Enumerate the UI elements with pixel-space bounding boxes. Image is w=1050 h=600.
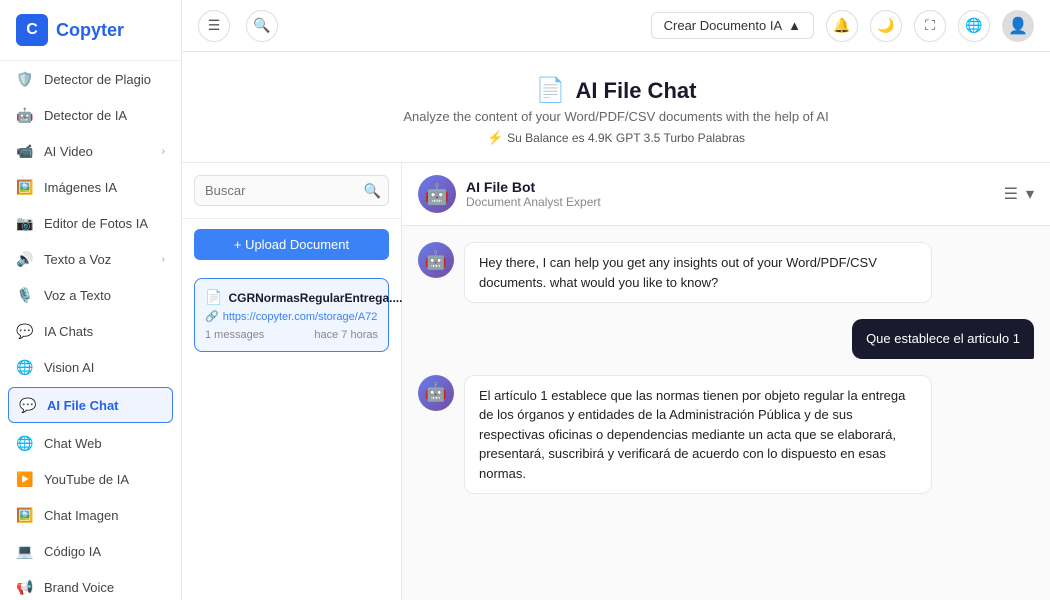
dark-mode-icon[interactable]: 🌙 bbox=[870, 10, 902, 42]
chat-actions[interactable]: ☰ ▾ bbox=[1004, 184, 1034, 204]
sidebar-item-chat-imagen[interactable]: 🖼️ Chat Imagen bbox=[0, 497, 181, 533]
sidebar-icon-ai-video: 📹 bbox=[16, 142, 34, 160]
message-row-0: 🤖 Hey there, I can help you get any insi… bbox=[418, 242, 1034, 303]
main-area: ☰ 🔍 Crear Documento IA ▲ 🔔 🌙 ⛶ 🌐 👤 📄 AI … bbox=[182, 0, 1050, 600]
topbar: ☰ 🔍 Crear Documento IA ▲ 🔔 🌙 ⛶ 🌐 👤 bbox=[182, 0, 1050, 52]
sidebar-icon-detector-ia: 🤖 bbox=[16, 106, 34, 124]
sidebar-label-texto-a-voz: Texto a Voz bbox=[44, 252, 111, 267]
file-chat-icon: 📄 bbox=[536, 76, 566, 105]
bot-message-bubble: El artículo 1 establece que las normas t… bbox=[464, 375, 932, 495]
user-message-bubble: Que establece el articulo 1 bbox=[852, 319, 1034, 359]
sidebar-icon-texto-a-voz: 🔊 bbox=[16, 250, 34, 268]
sidebar-icon-codigo-ia: 💻 bbox=[16, 542, 34, 560]
sidebar-icon-detector-plagio: 🛡️ bbox=[16, 70, 34, 88]
sidebar-icon-youtube-ia: ▶️ bbox=[16, 470, 34, 488]
sidebar-icon-editor-fotos-ia: 📷 bbox=[16, 214, 34, 232]
sidebar-item-detector-ia[interactable]: 🤖 Detector de IA bbox=[0, 97, 181, 133]
bot-msg-avatar: 🤖 bbox=[418, 375, 454, 411]
sidebar-item-ia-chats[interactable]: 💬 IA Chats bbox=[0, 313, 181, 349]
bell-icon[interactable]: 🔔 bbox=[826, 10, 858, 42]
messages-list: 🤖 Hey there, I can help you get any insi… bbox=[402, 226, 1050, 600]
sidebar-label-detector-plagio: Detector de Plagio bbox=[44, 72, 151, 87]
search-box: 🔍 bbox=[182, 163, 401, 219]
sidebar-label-ai-file-chat: AI File Chat bbox=[47, 398, 119, 413]
sidebar-label-editor-fotos-ia: Editor de Fotos IA bbox=[44, 216, 148, 231]
chevron-icon: › bbox=[162, 254, 165, 265]
chat-list-panel: 🔍 + Upload Document 📄 CGRNormasRegularEn… bbox=[182, 163, 402, 600]
logo-icon: C bbox=[16, 14, 48, 46]
fullscreen-icon[interactable]: ⛶ bbox=[914, 10, 946, 42]
chat-messages-panel: 🤖 AI File Bot Document Analyst Expert ☰ … bbox=[402, 163, 1050, 600]
language-icon[interactable]: 🌐 bbox=[958, 10, 990, 42]
sidebar: C Copyter 🛡️ Detector de Plagio 🤖 Detect… bbox=[0, 0, 182, 600]
message-row-2: 🤖 El artículo 1 establece que las normas… bbox=[418, 375, 1034, 495]
sidebar-icon-voz-a-texto: 🎙️ bbox=[16, 286, 34, 304]
sidebar-label-ia-chats: IA Chats bbox=[44, 324, 93, 339]
chat-area: 🔍 + Upload Document 📄 CGRNormasRegularEn… bbox=[182, 163, 1050, 600]
doc-messages: 1 messages bbox=[205, 329, 264, 341]
bot-msg-avatar: 🤖 bbox=[418, 242, 454, 278]
logo-text: Copyter bbox=[56, 20, 124, 41]
bot-message-bubble: Hey there, I can help you get any insigh… bbox=[464, 242, 932, 303]
sidebar-label-imagenes-ia: Imágenes IA bbox=[44, 180, 117, 195]
sidebar-item-ai-file-chat[interactable]: 💬 AI File Chat bbox=[8, 387, 173, 423]
chevron-icon: › bbox=[162, 146, 165, 157]
chevron-down-icon[interactable]: ▾ bbox=[1026, 184, 1034, 204]
user-avatar[interactable]: 👤 bbox=[1002, 10, 1034, 42]
sidebar-item-youtube-ia[interactable]: ▶️ YouTube de IA bbox=[0, 461, 181, 497]
sidebar-icon-ai-file-chat: 💬 bbox=[19, 396, 37, 414]
sidebar-label-ai-video: AI Video bbox=[44, 144, 93, 159]
doc-title: CGRNormasRegularEntrega.... bbox=[228, 291, 402, 305]
link-icon: 🔗 bbox=[205, 310, 219, 323]
sidebar-item-editor-fotos-ia[interactable]: 📷 Editor de Fotos IA bbox=[0, 205, 181, 241]
doc-time: hace 7 horas bbox=[314, 329, 378, 341]
sidebar-label-youtube-ia: YouTube de IA bbox=[44, 472, 129, 487]
sidebar-label-codigo-ia: Código IA bbox=[44, 544, 101, 559]
sidebar-label-vision-ai: Vision AI bbox=[44, 360, 94, 375]
sidebar-item-imagenes-ia[interactable]: 🖼️ Imágenes IA bbox=[0, 169, 181, 205]
sidebar-item-ai-video[interactable]: 📹 AI Video › bbox=[0, 133, 181, 169]
upload-document-button[interactable]: + Upload Document bbox=[194, 229, 389, 260]
sidebar-label-chat-web: Chat Web bbox=[44, 436, 102, 451]
sidebar-label-chat-imagen: Chat Imagen bbox=[44, 508, 118, 523]
sidebar-item-vision-ai[interactable]: 🌐 Vision AI bbox=[0, 349, 181, 385]
sidebar-icon-vision-ai: 🌐 bbox=[16, 358, 34, 376]
search-input[interactable] bbox=[194, 175, 389, 206]
sidebar-icon-chat-web: 🌐 bbox=[16, 434, 34, 452]
content-area: 📄 AI File Chat Analyze the content of yo… bbox=[182, 52, 1050, 600]
sidebar-item-texto-a-voz[interactable]: 🔊 Texto a Voz › bbox=[0, 241, 181, 277]
sidebar-label-brand-voice: Brand Voice bbox=[44, 580, 114, 595]
page-title: AI File Chat bbox=[575, 78, 696, 104]
doc-link: https://copyter.com/storage/A72co2OejW.p… bbox=[223, 311, 378, 323]
document-card[interactable]: 📄 CGRNormasRegularEntrega.... 🔗 https://… bbox=[194, 278, 389, 352]
bot-name: AI File Bot bbox=[466, 179, 601, 195]
menu-icon[interactable]: ☰ bbox=[198, 10, 230, 42]
search-submit-icon[interactable]: 🔍 bbox=[364, 182, 381, 199]
sidebar-item-chat-web[interactable]: 🌐 Chat Web bbox=[0, 425, 181, 461]
sidebar-item-codigo-ia[interactable]: 💻 Código IA bbox=[0, 533, 181, 569]
sidebar-label-voz-a-texto: Voz a Texto bbox=[44, 288, 111, 303]
page-subtitle: Analyze the content of your Word/PDF/CSV… bbox=[198, 109, 1034, 124]
search-icon[interactable]: 🔍 bbox=[246, 10, 278, 42]
sidebar-icon-brand-voice: 📢 bbox=[16, 578, 34, 596]
logo[interactable]: C Copyter bbox=[0, 0, 181, 61]
message-row-1: Que establece el articulo 1 bbox=[418, 319, 1034, 359]
bot-role: Document Analyst Expert bbox=[466, 195, 601, 209]
sidebar-icon-imagenes-ia: 🖼️ bbox=[16, 178, 34, 196]
create-doc-button[interactable]: Crear Documento IA ▲ bbox=[651, 12, 814, 39]
bot-avatar: 🤖 bbox=[418, 175, 456, 213]
sidebar-icon-ia-chats: 💬 bbox=[16, 322, 34, 340]
page-header: 📄 AI File Chat Analyze the content of yo… bbox=[182, 52, 1050, 163]
menu-dots-icon[interactable]: ☰ bbox=[1004, 184, 1018, 204]
sidebar-icon-chat-imagen: 🖼️ bbox=[16, 506, 34, 524]
chat-header: 🤖 AI File Bot Document Analyst Expert ☰ … bbox=[402, 163, 1050, 226]
sidebar-item-voz-a-texto[interactable]: 🎙️ Voz a Texto bbox=[0, 277, 181, 313]
sidebar-item-detector-plagio[interactable]: 🛡️ Detector de Plagio bbox=[0, 61, 181, 97]
lightning-icon: ⚡ bbox=[487, 130, 503, 146]
sidebar-item-brand-voice[interactable]: 📢 Brand Voice bbox=[0, 569, 181, 600]
pdf-icon: 📄 bbox=[205, 289, 222, 306]
balance-text: Su Balance es 4.9K GPT 3.5 Turbo Palabra… bbox=[507, 131, 745, 145]
sidebar-label-detector-ia: Detector de IA bbox=[44, 108, 127, 123]
